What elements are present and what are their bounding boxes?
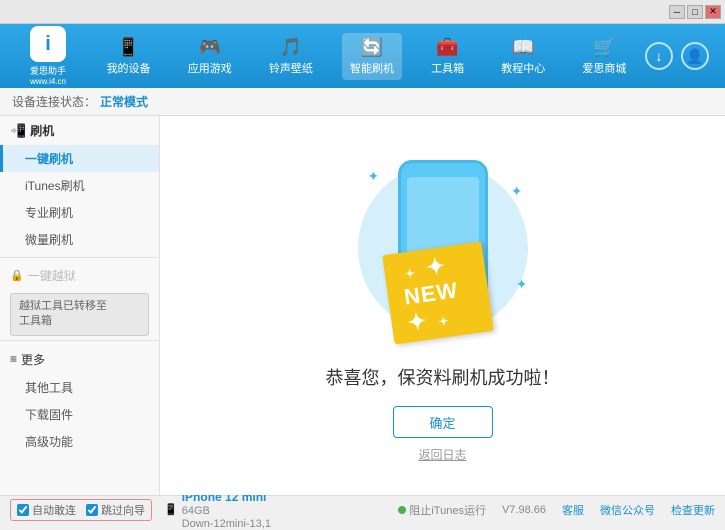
itunes-label: 阻止iTunes运行: [409, 502, 486, 518]
device-storage: 64GB: [182, 505, 271, 517]
back-link[interactable]: 返回日志: [418, 446, 466, 463]
nav-item-smart-flash-label: 智能刷机: [350, 60, 394, 76]
sparkle-2: ✦: [511, 183, 523, 200]
device-info: 📱 iPhone 12 mini 64GB Down-12mini-13,1: [164, 490, 271, 530]
sidebar-more-header: ≡ 更多: [0, 345, 159, 374]
download-firmware-label: 下载固件: [25, 408, 73, 422]
skip-wizard-checkbox[interactable]: 跳过向导: [86, 502, 145, 518]
header: i 爱思助手 www.i4.cn 📱 我的设备 🎮 应用游戏 🎵 铃声壁纸 🔄 …: [0, 24, 725, 88]
success-title: 恭喜您，保资料刷机成功啦！: [326, 364, 560, 390]
nav-item-my-device[interactable]: 📱 我的设备: [99, 33, 159, 80]
jailbreak-section-title: 一键越狱: [28, 267, 76, 284]
confirm-button[interactable]: 确定: [393, 406, 493, 438]
header-actions: ↓ 👤: [645, 42, 717, 70]
flash-section-title: 刷机: [30, 122, 54, 139]
status-bar: 设备连接状态： 正常模式: [0, 88, 725, 116]
nav-item-my-device-label: 我的设备: [107, 60, 151, 76]
auto-connect-checkbox[interactable]: 自动敢连: [17, 502, 76, 518]
status-value: 正常模式: [100, 93, 148, 110]
title-bar: ─ □ ✕: [0, 0, 725, 24]
pro-flash-label: 专业刷机: [25, 206, 73, 220]
nav-item-apps-games[interactable]: 🎮 应用游戏: [180, 33, 240, 80]
sidebar-item-one-click-flash[interactable]: 一键刷机: [0, 145, 159, 172]
itunes-status: 阻止iTunes运行: [398, 502, 486, 518]
sidebar: 📲 刷机 一键刷机 iTunes刷机 专业刷机 微量刷机 🔒 一键越狱 越狱工具…: [0, 116, 160, 495]
maximize-button[interactable]: □: [687, 5, 703, 19]
success-illustration: ✦ NEW ✦ ✦ ✦ ✦: [343, 148, 543, 348]
user-button[interactable]: 👤: [681, 42, 709, 70]
bottom-bar: 自动敢连 跳过向导 📱 iPhone 12 mini 64GB Down-12m…: [0, 495, 725, 523]
nav-item-tutorial-label: 教程中心: [501, 60, 545, 76]
smart-flash-icon: 🔄: [361, 37, 383, 58]
logo-symbol: i: [45, 33, 51, 56]
nav: 📱 我的设备 🎮 应用游戏 🎵 铃声壁纸 🔄 智能刷机 🧰 工具箱 📖 教程中心…: [88, 33, 645, 80]
sidebar-item-download-firmware[interactable]: 下载固件: [0, 401, 159, 428]
more-section-title: 更多: [21, 351, 45, 368]
apps-games-icon: 🎮: [198, 37, 220, 58]
close-button[interactable]: ✕: [705, 5, 721, 19]
wechat-link[interactable]: 微信公众号: [600, 502, 655, 518]
skip-wizard-label: 跳过向导: [101, 502, 145, 518]
sparkle-1: ✦: [368, 168, 380, 185]
nav-item-ai-store-label: 爱思商城: [582, 60, 626, 76]
sidebar-item-pro-flash[interactable]: 专业刷机: [0, 199, 159, 226]
sidebar-jailbreak-header: 🔒 一键越狱: [0, 262, 159, 289]
status-label: 设备连接状态：: [12, 93, 96, 110]
nav-item-ringtone-label: 铃声壁纸: [269, 60, 313, 76]
bottom-right: 阻止iTunes运行 V7.98.66 客服 微信公众号 检查更新: [398, 502, 715, 518]
new-badge: ✦ NEW ✦: [382, 241, 494, 344]
sidebar-item-advanced[interactable]: 高级功能: [0, 428, 159, 455]
main: 📲 刷机 一键刷机 iTunes刷机 专业刷机 微量刷机 🔒 一键越狱 越狱工具…: [0, 116, 725, 495]
device-model: Down-12mini-13,1: [182, 518, 271, 530]
ringtone-icon: 🎵: [280, 37, 302, 58]
nav-item-apps-games-label: 应用游戏: [188, 60, 232, 76]
tutorial-icon: 📖: [512, 37, 534, 58]
micro-flash-label: 微量刷机: [25, 233, 73, 247]
ai-store-icon: 🛒: [593, 37, 615, 58]
content-panel: ✦ NEW ✦ ✦ ✦ ✦ 恭喜您，保资料刷机成功啦！ 确定 返回日志: [160, 116, 725, 495]
customer-service-link[interactable]: 客服: [562, 502, 584, 518]
sidebar-flash-header: 📲 刷机: [0, 116, 159, 145]
itunes-flash-label: iTunes刷机: [25, 179, 85, 193]
sidebar-item-itunes-flash[interactable]: iTunes刷机: [0, 172, 159, 199]
nav-item-ringtone[interactable]: 🎵 铃声壁纸: [261, 33, 321, 80]
jailbreak-notice-box: 越狱工具已转移至工具箱: [10, 293, 149, 336]
jailbreak-notice: 越狱工具已转移至工具箱: [19, 300, 107, 327]
advanced-label: 高级功能: [25, 435, 73, 449]
other-tools-label: 其他工具: [25, 381, 73, 395]
logo[interactable]: i 爱思助手 www.i4.cn: [8, 26, 88, 86]
nav-item-toolbox[interactable]: 🧰 工具箱: [423, 33, 472, 80]
device-phone-icon: 📱: [164, 503, 178, 516]
flash-section-icon: 📲: [10, 123, 26, 139]
bottom-left: 自动敢连 跳过向导 📱 iPhone 12 mini 64GB Down-12m…: [10, 490, 271, 530]
checkbox-group: 自动敢连 跳过向导: [10, 499, 152, 521]
logo-name: 爱思助手: [30, 64, 66, 77]
sparkle-3: ✦: [516, 276, 528, 293]
skip-wizard-input[interactable]: [86, 504, 98, 516]
nav-item-tutorial[interactable]: 📖 教程中心: [493, 33, 553, 80]
more-section-icon: ≡: [10, 352, 17, 366]
toolbox-icon: 🧰: [436, 37, 458, 58]
sidebar-item-other-tools[interactable]: 其他工具: [0, 374, 159, 401]
sidebar-divider-1: [0, 257, 159, 258]
sidebar-divider-2: [0, 340, 159, 341]
logo-icon: i: [30, 26, 66, 62]
minimize-button[interactable]: ─: [669, 5, 685, 19]
nav-item-smart-flash[interactable]: 🔄 智能刷机: [342, 33, 402, 80]
version-label: V7.98.66: [502, 504, 546, 516]
one-click-flash-label: 一键刷机: [25, 152, 73, 166]
auto-connect-input[interactable]: [17, 504, 29, 516]
check-update-link[interactable]: 检查更新: [671, 502, 715, 518]
itunes-status-dot: [398, 506, 406, 514]
auto-connect-label: 自动敢连: [32, 502, 76, 518]
nav-item-toolbox-label: 工具箱: [431, 60, 464, 76]
jailbreak-lock-icon: 🔒: [10, 269, 24, 282]
sidebar-item-micro-flash[interactable]: 微量刷机: [0, 226, 159, 253]
logo-url: www.i4.cn: [30, 77, 66, 86]
device-details: iPhone 12 mini 64GB Down-12mini-13,1: [182, 490, 271, 530]
my-device-icon: 📱: [117, 37, 139, 58]
download-button[interactable]: ↓: [645, 42, 673, 70]
nav-item-ai-store[interactable]: 🛒 爱思商城: [574, 33, 634, 80]
